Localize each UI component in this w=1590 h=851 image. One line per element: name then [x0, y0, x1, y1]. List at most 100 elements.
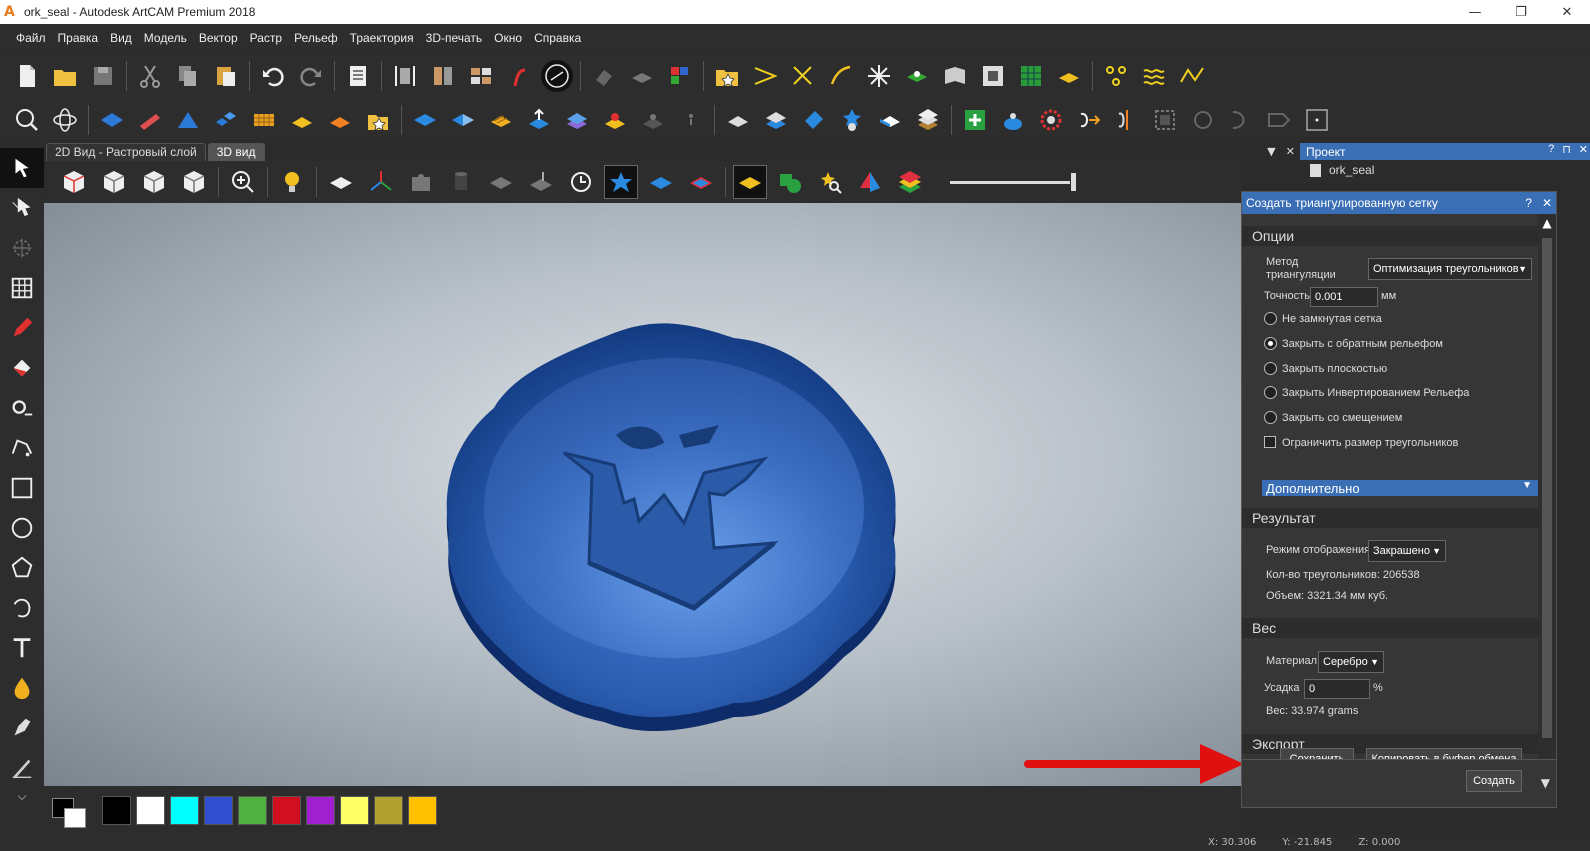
gear-relief-icon[interactable]: [1035, 104, 1067, 136]
sheets-icon[interactable]: [760, 104, 792, 136]
display-mode-select[interactable]: Закрашено ▼: [1368, 540, 1446, 562]
star-shape-icon[interactable]: [863, 60, 895, 92]
more-tools-icon[interactable]: [0, 788, 44, 808]
arc-tool-icon[interactable]: [0, 588, 44, 628]
add-green-icon[interactable]: [959, 104, 991, 136]
chevron-down-icon[interactable]: ▼: [1267, 145, 1275, 158]
add-relief-icon[interactable]: [409, 104, 441, 136]
star-folder-icon[interactable]: [711, 60, 743, 92]
notes-icon[interactable]: [342, 60, 374, 92]
result-section-header[interactable]: Результат: [1242, 508, 1538, 528]
dialog-scrollbar[interactable]: ▲: [1538, 214, 1556, 759]
stack-icon[interactable]: [912, 104, 944, 136]
menu-model[interactable]: Модель: [138, 31, 193, 45]
iso-view-icon[interactable]: [57, 165, 91, 199]
stripes-icon[interactable]: [485, 104, 517, 136]
split-relief-icon[interactable]: [447, 104, 479, 136]
sculpt-tool-icon[interactable]: [0, 748, 44, 788]
project-help-icon[interactable]: ?: [1548, 143, 1554, 156]
transparency-slider[interactable]: [950, 173, 1076, 191]
drop-tool-icon[interactable]: [0, 668, 44, 708]
top-view-icon[interactable]: [177, 165, 211, 199]
swatch-gold[interactable]: [408, 795, 437, 825]
close-icon[interactable]: ✕: [1544, 0, 1590, 24]
menu-edit[interactable]: Правка: [52, 31, 105, 45]
menu-window[interactable]: Окно: [488, 31, 528, 45]
transform-icon[interactable]: [0, 228, 44, 268]
fg-bg-colors[interactable]: [48, 792, 92, 828]
project-close-icon[interactable]: ✕: [1579, 143, 1588, 156]
pin-relief-icon[interactable]: [599, 104, 631, 136]
rectangle-tool-icon[interactable]: [0, 468, 44, 508]
smudge-tool-icon[interactable]: [0, 708, 44, 748]
material-select[interactable]: Серебро ▼: [1318, 651, 1384, 673]
shape-fill-icon[interactable]: [0, 388, 44, 428]
3d-viewport[interactable]: [44, 203, 1244, 786]
model-size-icon[interactable]: [389, 60, 421, 92]
menu-3d-print[interactable]: 3D-печать: [420, 31, 489, 45]
color-blocks-icon[interactable]: [664, 60, 696, 92]
radio-close-plane[interactable]: [1264, 362, 1277, 375]
undo-icon[interactable]: [257, 60, 289, 92]
weight-section-header[interactable]: Вес: [1242, 618, 1538, 638]
zoom-icon[interactable]: [226, 165, 260, 199]
tiles-icon[interactable]: [465, 60, 497, 92]
raise-relief-icon[interactable]: [523, 104, 555, 136]
weave-icon[interactable]: [248, 104, 280, 136]
menu-toolpath[interactable]: Траектория: [344, 31, 420, 45]
sheet-icon[interactable]: [722, 104, 754, 136]
arrow-shape-icon[interactable]: [1263, 104, 1295, 136]
blue-sheet-icon[interactable]: [798, 104, 830, 136]
layers-stack-icon[interactable]: [561, 104, 593, 136]
blue-layer-icon[interactable]: [644, 165, 678, 199]
swatch-light-yellow[interactable]: [340, 795, 369, 825]
select-box-icon[interactable]: [1149, 104, 1181, 136]
center-point-icon[interactable]: [1301, 104, 1333, 136]
red-blue-layer-icon[interactable]: [684, 165, 718, 199]
light-bulb-icon[interactable]: [275, 165, 309, 199]
swatch-blue[interactable]: [204, 795, 233, 825]
menu-file[interactable]: Файл: [10, 31, 52, 45]
pencil-icon[interactable]: [0, 308, 44, 348]
plane-icon[interactable]: [324, 165, 358, 199]
precision-input[interactable]: 0.001: [1310, 287, 1378, 307]
menu-vector[interactable]: Вектор: [193, 31, 244, 45]
wave-lines-icon[interactable]: [1138, 60, 1170, 92]
fx-icon[interactable]: [503, 60, 535, 92]
star-relief-icon[interactable]: [362, 104, 394, 136]
blocks-icon[interactable]: [210, 104, 242, 136]
shrink-input[interactable]: 0: [1304, 679, 1370, 699]
eraser-icon[interactable]: [588, 60, 620, 92]
copy-icon[interactable]: [172, 60, 204, 92]
swatch-green[interactable]: [238, 795, 267, 825]
grid-layer-icon[interactable]: [1015, 60, 1047, 92]
menu-relief[interactable]: Рельеф: [288, 31, 344, 45]
blue-pot-icon[interactable]: [997, 104, 1029, 136]
swatch-purple[interactable]: [306, 795, 335, 825]
tree-item-root[interactable]: ork_seal: [1310, 160, 1590, 180]
method-select[interactable]: Оптимизация треугольников ▼: [1368, 258, 1532, 280]
fill-bucket-icon[interactable]: [0, 348, 44, 388]
axes-icon[interactable]: [364, 165, 398, 199]
swatch-black[interactable]: [102, 795, 131, 825]
radio-close-invert[interactable]: [1264, 386, 1277, 399]
scroll-thumb[interactable]: [1542, 238, 1552, 738]
spin-icon[interactable]: [172, 104, 204, 136]
chevron-down-icon[interactable]: ▼: [1541, 776, 1550, 790]
panel-close-icon[interactable]: ✕: [1286, 145, 1295, 158]
create-button[interactable]: Создать: [1466, 770, 1522, 792]
swatch-cyan[interactable]: [170, 795, 199, 825]
atom-icon[interactable]: [49, 104, 81, 136]
cut-icon[interactable]: [134, 60, 166, 92]
scroll-up-icon[interactable]: ▲: [1538, 214, 1556, 232]
relief-shape-icon[interactable]: [96, 104, 128, 136]
node-edit-icon[interactable]: [787, 60, 819, 92]
front-view-icon[interactable]: [97, 165, 131, 199]
swatch-white[interactable]: [136, 795, 165, 825]
dialog-help-icon[interactable]: ?: [1525, 196, 1532, 210]
limit-size-checkbox[interactable]: [1264, 436, 1276, 448]
tab-2d-view[interactable]: 2D Вид - Растровый слой: [46, 143, 206, 161]
cylinder-icon[interactable]: [444, 165, 478, 199]
save-icon[interactable]: [87, 60, 119, 92]
grid-snap-icon[interactable]: [541, 60, 573, 92]
